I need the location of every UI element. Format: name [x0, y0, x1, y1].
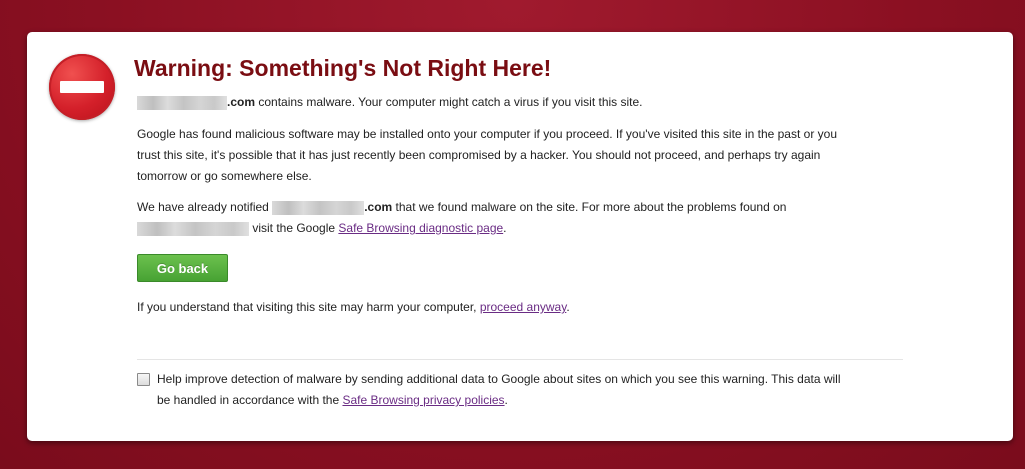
diagnostic-page-link[interactable]: Safe Browsing diagnostic page [338, 221, 503, 235]
domain-suffix: .com [227, 95, 256, 109]
proceed-text: If you understand that visiting this sit… [137, 297, 570, 318]
malware-summary: .com contains malware. Your computer mig… [137, 92, 643, 113]
page-title: Warning: Something's Not Right Here! [134, 55, 552, 81]
notification-middle: that we found malware on the site. For m… [392, 200, 787, 214]
report-checkbox[interactable] [137, 373, 150, 386]
explanation-line-2: trust this site, it's possible that it h… [137, 148, 821, 162]
redacted-domain [137, 95, 227, 110]
redacted-domain-3 [137, 221, 249, 236]
malware-summary-text: contains malware. Your computer might ca… [255, 95, 643, 109]
proceed-end: . [566, 300, 570, 314]
notification-prefix: We have already notified [137, 200, 273, 214]
domain-suffix-2: .com [364, 200, 393, 214]
section-divider [137, 359, 903, 360]
notification-line-2: visit the Google Safe Browsing diagnosti… [137, 218, 786, 239]
redacted-domain-2 [272, 200, 365, 215]
notification-line-2-text: visit the Google [249, 221, 339, 235]
notification-end: . [503, 221, 507, 235]
privacy-policies-link[interactable]: Safe Browsing privacy policies [342, 393, 504, 407]
report-line-2: be handled in accordance with the Safe B… [157, 390, 841, 411]
report-line-1: Help improve detection of malware by sen… [157, 372, 841, 386]
report-line-2-end: . [504, 393, 508, 407]
explanation-line-3: tomorrow or go somewhere else. [137, 169, 312, 183]
notification-paragraph: We have already notified .com that we fo… [137, 197, 786, 239]
go-back-button[interactable]: Go back [137, 254, 228, 282]
report-text: Help improve detection of malware by sen… [157, 369, 841, 411]
report-line-2-prefix: be handled in accordance with the [157, 393, 343, 407]
proceed-prefix: If you understand that visiting this sit… [137, 300, 480, 314]
notification-line-1: We have already notified .com that we fo… [137, 197, 786, 218]
explanation-line-1: Google has found malicious software may … [137, 127, 837, 141]
stop-icon-bar [60, 81, 104, 93]
proceed-anyway-link[interactable]: proceed anyway [480, 300, 567, 314]
stop-icon [49, 54, 115, 120]
explanation-paragraph: Google has found malicious software may … [137, 124, 837, 187]
